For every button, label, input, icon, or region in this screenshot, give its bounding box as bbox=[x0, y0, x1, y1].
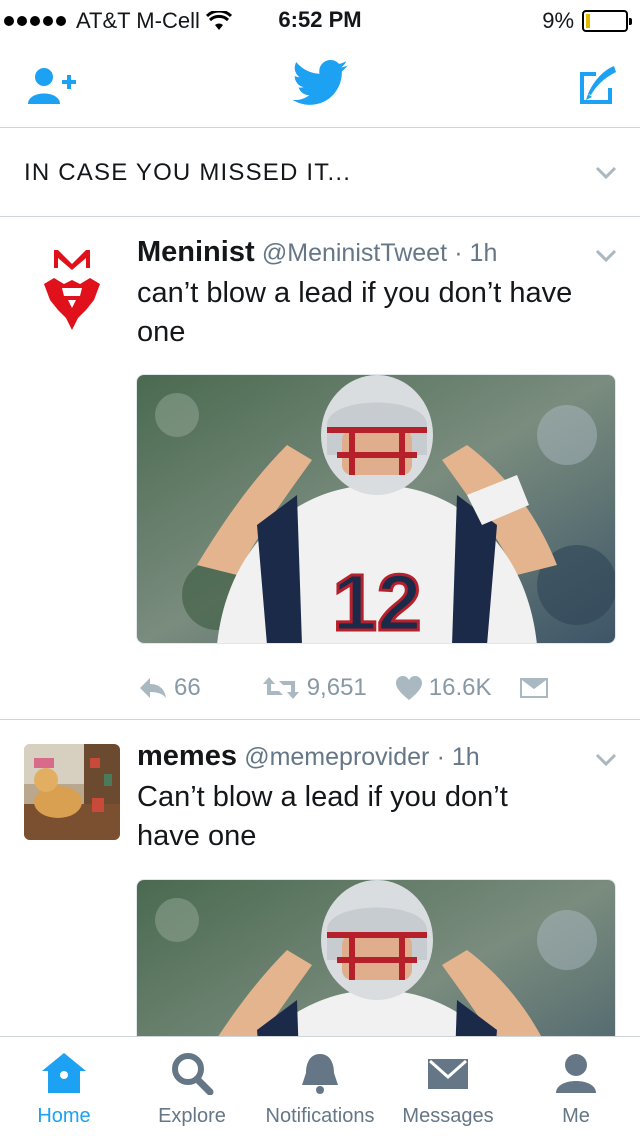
like-button[interactable]: 16.6K bbox=[395, 674, 492, 702]
home-icon bbox=[42, 1053, 86, 1093]
tweet-author-name[interactable]: Meninist bbox=[137, 236, 255, 268]
in-case-you-missed-it-header[interactable]: IN CASE YOU MISSED IT... bbox=[0, 129, 640, 217]
tweet-header: Meninist @MeninistTweet · 1h bbox=[137, 236, 497, 269]
tab-home[interactable]: Home bbox=[0, 1037, 128, 1136]
chevron-down-icon[interactable] bbox=[594, 752, 618, 768]
tweet-author-name[interactable]: memes bbox=[137, 740, 237, 772]
meninist-logo-icon bbox=[44, 250, 100, 330]
battery-icon bbox=[582, 10, 632, 32]
tab-label: Home bbox=[37, 1105, 91, 1127]
football-player-photo bbox=[137, 880, 615, 1036]
tweet-header: memes @memeprovider · 1h bbox=[137, 740, 480, 773]
chevron-down-icon[interactable] bbox=[594, 248, 618, 264]
compose-tweet-icon[interactable] bbox=[574, 64, 618, 108]
bottom-tab-bar: Home Explore Notifications Messages Me bbox=[0, 1036, 640, 1136]
tweet-photo[interactable] bbox=[136, 879, 616, 1036]
tab-label: Explore bbox=[158, 1105, 226, 1127]
football-player-photo: 12 bbox=[137, 375, 615, 644]
tweet-card[interactable]: Meninist @MeninistTweet · 1h can’t blow … bbox=[0, 218, 640, 720]
tab-label: Messages bbox=[402, 1105, 494, 1127]
tweet-timestamp: · 1h bbox=[436, 743, 480, 771]
reply-button[interactable]: 66 bbox=[138, 674, 201, 702]
tab-messages[interactable]: Messages bbox=[384, 1037, 512, 1136]
person-icon bbox=[556, 1054, 596, 1093]
top-nav-bar bbox=[0, 40, 640, 128]
like-count: 16.6K bbox=[428, 674, 492, 701]
add-user-icon[interactable] bbox=[26, 66, 78, 106]
tab-label: Me bbox=[562, 1105, 590, 1127]
search-icon bbox=[172, 1053, 214, 1095]
avatar[interactable] bbox=[24, 238, 120, 334]
tab-label: Notifications bbox=[265, 1105, 375, 1127]
tweet-text: Can’t blow a lead if you don’t have one bbox=[137, 781, 508, 852]
heart-icon bbox=[395, 676, 422, 700]
tweet-card[interactable]: memes @memeprovider · 1h Can’t blow a le… bbox=[0, 722, 640, 1036]
bell-icon bbox=[302, 1054, 338, 1094]
tab-explore[interactable]: Explore bbox=[128, 1037, 256, 1136]
direct-message-button[interactable] bbox=[519, 677, 549, 699]
chevron-down-icon[interactable] bbox=[594, 165, 618, 181]
avatar[interactable] bbox=[24, 744, 120, 840]
status-bar: AT&T M-Cell 6:52 PM 9% bbox=[0, 0, 640, 40]
tab-notifications[interactable]: Notifications bbox=[256, 1037, 384, 1136]
envelope-icon bbox=[428, 1059, 468, 1089]
tweet-timestamp: · 1h bbox=[454, 239, 498, 267]
tweet-actions: 66 9,651 16.6K bbox=[138, 668, 549, 708]
battery-percent: 9% bbox=[542, 8, 574, 33]
dog-photo bbox=[24, 744, 120, 840]
tab-me[interactable]: Me bbox=[512, 1037, 640, 1136]
svg-text:12: 12 bbox=[333, 558, 422, 644]
reply-count: 66 bbox=[174, 674, 201, 701]
section-title: IN CASE YOU MISSED IT... bbox=[24, 159, 352, 186]
tweet-text: can’t blow a lead if you don’t have one bbox=[137, 277, 573, 348]
tweet-author-handle[interactable]: @MeninistTweet bbox=[262, 239, 447, 267]
twitter-bird-icon[interactable] bbox=[292, 60, 348, 106]
tweet-photo[interactable]: 12 bbox=[136, 374, 616, 644]
battery-status: 9% bbox=[542, 8, 632, 34]
retweet-icon bbox=[262, 677, 299, 699]
tweet-author-handle[interactable]: @memeprovider bbox=[244, 743, 429, 771]
retweet-count: 9,651 bbox=[306, 674, 367, 701]
reply-icon bbox=[140, 678, 166, 698]
retweet-button[interactable]: 9,651 bbox=[261, 674, 367, 702]
envelope-icon bbox=[520, 678, 549, 698]
